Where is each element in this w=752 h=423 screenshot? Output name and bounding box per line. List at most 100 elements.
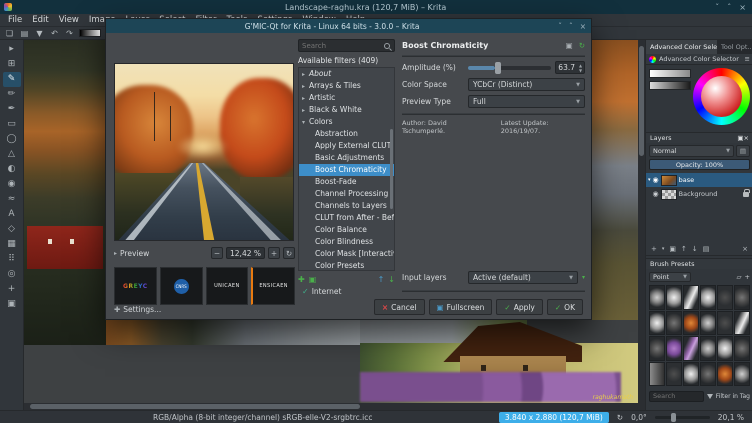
filter-list-scrollbar[interactable] — [390, 128, 393, 210]
dialog-maximize-icon[interactable]: ˆ — [569, 22, 573, 31]
minimize-icon[interactable]: ˇ — [715, 3, 719, 12]
filter-item-selected[interactable]: Boost Chromaticity — [299, 164, 394, 176]
rename-fave-icon[interactable]: ▣ — [309, 275, 317, 284]
brush-preset[interactable] — [666, 336, 682, 361]
color-picker-tool-icon[interactable]: ◉ — [3, 177, 21, 192]
smart-patch-tool-icon[interactable]: ≈ — [3, 192, 21, 207]
tab-advanced-color-selector[interactable]: Advanced Color Sele... — [646, 40, 717, 54]
canvas-horizontal-scrollbar[interactable] — [24, 403, 638, 410]
brush-preset[interactable] — [649, 285, 665, 310]
preview-checkbox-label[interactable]: Preview — [120, 249, 149, 258]
filter-search-input[interactable] — [299, 41, 384, 50]
brush-preset[interactable] — [734, 336, 750, 361]
preview-zoom-value[interactable]: 12,42 % — [226, 247, 265, 259]
gradient-tool-icon[interactable]: ◐ — [3, 162, 21, 177]
filter-category[interactable]: ▸ Black & White — [299, 104, 394, 116]
filter-item[interactable]: Color Mask [Interactive] — [299, 248, 394, 260]
gmic-dialog-titlebar[interactable]: G'MIC-Qt for Krita - Linux 64 bits - 3.0… — [106, 19, 591, 33]
blend-mode-dropdown[interactable]: Normal ▼ — [649, 145, 734, 157]
brush-preset[interactable] — [683, 310, 699, 335]
undo-icon[interactable]: ↶ — [49, 29, 60, 38]
filter-category[interactable]: ▸ Arrays & Tiles — [299, 80, 394, 92]
spinner-arrows-icon[interactable]: ▲ ▼ — [577, 63, 584, 73]
input-layers-dropdown[interactable]: Active (default) ▼ — [468, 271, 578, 284]
polygon-tool-icon[interactable]: △ — [3, 147, 21, 162]
delete-layer-button[interactable]: × — [742, 245, 748, 253]
rectangle-tool-icon[interactable]: ▭ — [3, 117, 21, 132]
open-document-icon[interactable]: ▤ — [19, 29, 30, 38]
brush-preset[interactable] — [734, 310, 750, 335]
brush-preset[interactable] — [649, 310, 665, 335]
add-layer-button[interactable]: + — [651, 245, 657, 253]
gmic-preview-image[interactable] — [114, 63, 294, 241]
canvas-angle-value[interactable]: 0,0° — [631, 413, 647, 422]
text-tool-icon[interactable]: A — [3, 207, 21, 222]
zoom-slider[interactable] — [654, 412, 710, 422]
filter-item[interactable]: CLUT from After - Before — [299, 212, 394, 224]
select-rect-tool-icon[interactable]: ⠿ — [3, 252, 21, 267]
canvas-vertical-scrollbar[interactable] — [638, 40, 645, 410]
layer-filter-button[interactable]: ▤ — [736, 145, 750, 157]
internet-checkbox[interactable]: ✓ Internet — [302, 287, 341, 296]
brush-preset[interactable] — [700, 310, 716, 335]
shade-strip[interactable] — [649, 81, 691, 90]
visibility-eye-icon[interactable]: ◉ — [653, 190, 659, 198]
filter-item[interactable]: Boost-Fade — [299, 176, 394, 188]
opacity-slider[interactable]: Opacity: 100% — [649, 159, 750, 170]
zoom-tool-icon[interactable]: + — [3, 282, 21, 297]
brush-preset[interactable] — [683, 336, 699, 361]
save-document-icon[interactable]: ▼ — [34, 29, 45, 38]
canvas-rotation-icon[interactable]: ↻ — [617, 413, 623, 422]
apply-button[interactable]: ✓ Apply — [496, 299, 543, 315]
visibility-eye-icon[interactable]: ◉ — [653, 176, 659, 184]
cancel-button[interactable]: × Cancel — [373, 299, 425, 315]
amplitude-spinbox[interactable]: 63.7 ▲ ▼ — [555, 61, 585, 74]
close-docker-icon[interactable]: × — [744, 134, 749, 142]
reference-tool-icon[interactable]: ▦ — [3, 237, 21, 252]
add-preset-button[interactable]: + — [745, 273, 750, 281]
brush-preset[interactable] — [717, 361, 733, 386]
ok-button[interactable]: ✓ OK — [546, 299, 583, 315]
app-titlebar[interactable]: Landscape-raghu.kra (120,7 MiB) – Krita … — [0, 0, 752, 14]
filter-item[interactable]: Color Presets — [299, 260, 394, 270]
expand-icon[interactable]: ▾ — [648, 177, 651, 183]
assistants-tool-icon[interactable]: ◇ — [3, 222, 21, 237]
filter-item[interactable]: Color Blindness — [299, 236, 394, 248]
layers-options-icon[interactable]: ▾ — [582, 274, 585, 281]
brush-preset[interactable] — [700, 336, 716, 361]
brush-preset[interactable] — [717, 310, 733, 335]
calligraphy-tool-icon[interactable]: ✒ — [3, 102, 21, 117]
brush-view-mode-dropdown[interactable]: Point ▼ — [649, 272, 691, 282]
brush-preset[interactable] — [666, 285, 682, 310]
collapse-arrow-icon[interactable]: ▸ — [114, 250, 117, 257]
brush-preset[interactable] — [683, 361, 699, 386]
ellipse-tool-icon[interactable]: ◯ — [3, 132, 21, 147]
color-space-dropdown[interactable]: YCbCr (Distinct) ▼ — [468, 78, 585, 91]
menu-view[interactable]: View — [54, 15, 84, 25]
filter-category-colors[interactable]: ▾ Colors — [299, 116, 394, 128]
brush-search-input[interactable] — [649, 390, 704, 402]
zoom-in-button[interactable]: + — [268, 247, 280, 259]
line-tool-icon[interactable]: ✏ — [3, 87, 21, 102]
copy-command-icon[interactable]: ▣ — [566, 41, 573, 50]
brush-preset[interactable] — [700, 285, 716, 310]
brush-preset[interactable] — [649, 336, 665, 361]
menu-edit[interactable]: Edit — [27, 15, 53, 25]
layer-row-base[interactable]: ▾ ◉ base — [646, 173, 752, 187]
settings-button[interactable]: ✚ Settings... — [114, 305, 161, 314]
close-icon[interactable]: × — [739, 3, 746, 12]
gradient-selector[interactable] — [79, 29, 101, 37]
brush-preset[interactable] — [717, 336, 733, 361]
duplicate-layer-button[interactable]: ▣ — [669, 245, 676, 253]
preview-type-dropdown[interactable]: Full ▼ — [468, 95, 585, 108]
filter-item[interactable]: Channels to Layers — [299, 200, 394, 212]
dialog-minimize-icon[interactable]: ˇ — [558, 22, 562, 31]
brush-preset[interactable] — [666, 361, 682, 386]
zoom-level-value[interactable]: 20,1 % — [718, 413, 744, 422]
move-layer-up-button[interactable]: ↑ — [681, 245, 687, 253]
freehand-brush-tool-icon[interactable]: ✎ — [2, 72, 21, 87]
brush-preset[interactable] — [683, 285, 699, 310]
move-layer-down-button[interactable]: ↓ — [692, 245, 698, 253]
layer-row-background[interactable]: ▾ ◉ Background — [646, 187, 752, 201]
add-layer-dropdown-icon[interactable]: ▾ — [662, 246, 665, 252]
